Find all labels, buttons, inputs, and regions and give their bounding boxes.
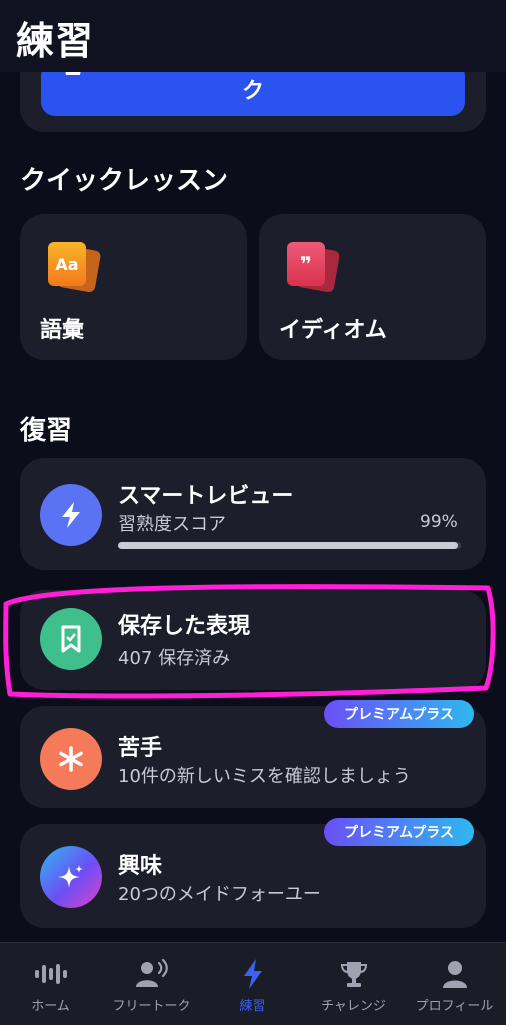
nav-item-profile[interactable]: プロフィール [404, 943, 505, 1025]
highlight-annotation [3, 584, 496, 699]
lightning-icon [40, 484, 102, 546]
smart-review-card[interactable]: スマートレビュー 習熟度スコア 99% [20, 458, 486, 570]
person-icon [438, 957, 472, 991]
interests-subtitle: 20つのメイドフォーユー [118, 884, 321, 905]
lightning-icon [236, 957, 270, 991]
top-card-button-label: ク [241, 79, 264, 104]
nav-item-practice[interactable]: 練習 [202, 943, 303, 1025]
page-title: 練習 [16, 19, 95, 63]
bottom-navigation: ホーム フリートーク 練習 チャレンジ プロフィール [0, 942, 506, 1025]
nav-label: ホーム [31, 999, 70, 1014]
sparkle-icon [40, 846, 102, 908]
review-title: 復習 [20, 416, 73, 446]
quick-lesson-vocabulary[interactable]: Aa 語彙 [20, 214, 247, 360]
smart-review-title: スマートレビュー [118, 484, 294, 509]
premium-plus-badge: プレミアムプラス [324, 700, 474, 728]
quick-lesson-idiom[interactable]: ❞ イディオム [259, 214, 486, 360]
nav-item-challenge[interactable]: チャレンジ [303, 943, 404, 1025]
quick-lesson-label: イディオム [279, 318, 387, 343]
trophy-icon [337, 957, 371, 991]
interests-title: 興味 [118, 854, 163, 879]
nav-label: 練習 [239, 999, 266, 1014]
quick-lesson-label: 語彙 [40, 318, 85, 343]
nav-label: チャレンジ [321, 999, 386, 1014]
smart-review-percent: 99% [420, 512, 458, 532]
mastery-progress-bar [118, 542, 461, 549]
speaking-person-icon [135, 957, 169, 991]
weak-points-title: 苦手 [118, 736, 163, 761]
waveform-icon [34, 957, 68, 991]
nav-label: プロフィール [415, 999, 494, 1014]
premium-plus-badge: プレミアムプラス [324, 818, 474, 846]
quick-lessons-title: クイックレッスン [20, 166, 229, 196]
nav-item-home[interactable]: ホーム [0, 943, 101, 1025]
smart-review-subtitle: 習熟度スコア [118, 514, 226, 535]
idiom-cards-icon: ❞ [285, 240, 341, 296]
nav-item-free-talk[interactable]: フリートーク [101, 943, 202, 1025]
weak-points-subtitle: 10件の新しいミスを確認しましょう [118, 766, 411, 787]
asterisk-icon [40, 728, 102, 790]
vocabulary-cards-icon: Aa [46, 240, 102, 296]
nav-label: フリートーク [112, 999, 191, 1014]
